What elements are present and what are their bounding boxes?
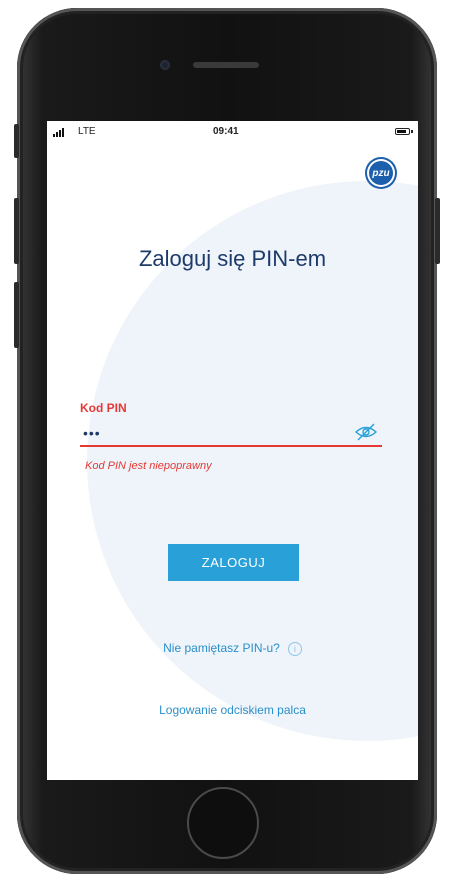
signal-strength-icon xyxy=(53,128,64,137)
info-icon[interactable]: i xyxy=(287,641,302,656)
volume-down-button xyxy=(14,282,19,348)
battery-icon xyxy=(395,128,410,135)
earpiece-speaker xyxy=(193,62,259,68)
app-screen: LTE 09:41 pzu Zaloguj się PIN-em Kod PIN… xyxy=(47,121,418,780)
mute-switch xyxy=(14,124,19,158)
forgot-pin-label: Nie pamiętasz PIN-u? xyxy=(163,641,280,655)
pin-input[interactable]: ••• xyxy=(80,421,382,447)
status-time: 09:41 xyxy=(213,126,239,137)
page-title: Zaloguj się PIN-em xyxy=(138,246,327,271)
fingerprint-login-link[interactable]: Logowanie odciskiem palca xyxy=(47,703,418,717)
power-button xyxy=(435,198,440,264)
pin-input-value: ••• xyxy=(83,425,101,441)
home-button[interactable] xyxy=(187,787,259,859)
front-camera xyxy=(160,60,170,70)
eye-slash-icon[interactable] xyxy=(354,423,378,441)
login-button[interactable]: ZALOGUJ xyxy=(168,544,299,581)
volume-up-button xyxy=(14,198,19,264)
forgot-pin-link[interactable]: Nie pamiętasz PIN-u? i xyxy=(47,641,418,656)
pin-error-message: Kod PIN jest niepoprawny xyxy=(85,460,212,472)
status-bar: LTE 09:41 xyxy=(47,121,418,145)
network-type: LTE xyxy=(78,126,96,137)
pin-label: Kod PIN xyxy=(80,401,127,415)
pzu-logo-icon: pzu xyxy=(367,159,395,187)
